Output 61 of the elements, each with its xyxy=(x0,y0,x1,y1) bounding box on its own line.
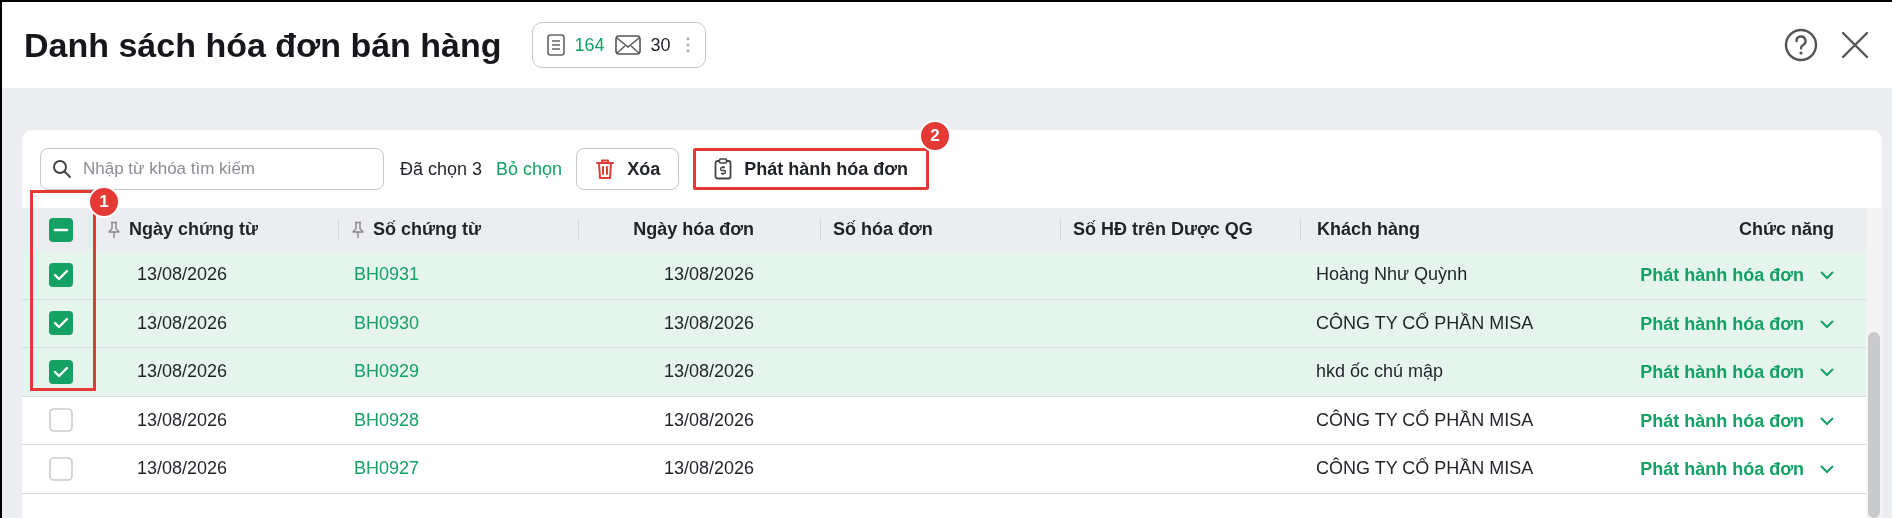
checkbox[interactable] xyxy=(48,217,73,242)
issue-invoice-link[interactable]: Phát hành hóa đơn xyxy=(1640,359,1804,387)
table-cell: 13/08/2026 xyxy=(137,312,228,333)
table-cell: CÔNG TY CỔ PHẦN MISA xyxy=(1316,409,1534,430)
delete-button[interactable]: Xóa xyxy=(576,148,680,190)
callout-badge: 2 xyxy=(918,120,951,152)
issue-invoice-link[interactable]: Phát hành hóa đơn xyxy=(1640,262,1804,290)
more-icon[interactable] xyxy=(684,36,691,54)
chevron-down-icon[interactable] xyxy=(1820,319,1834,329)
checkbox[interactable] xyxy=(48,456,73,481)
checkbox[interactable] xyxy=(48,262,73,287)
issue-invoice-link[interactable]: Phát hành hóa đơn xyxy=(1640,407,1804,435)
counter-value: 30 xyxy=(650,33,671,57)
document-number-link[interactable]: BH0929 xyxy=(354,361,420,382)
table-cell-text: 13/08/2026 xyxy=(663,360,754,384)
envelope-icon xyxy=(614,35,641,55)
table-cell: 13/08/2026 xyxy=(137,264,228,285)
table-cell-text: 13/08/2026 xyxy=(663,311,754,335)
counter-value: 164 xyxy=(574,33,605,57)
table-cell-text: 13/08/2026 xyxy=(663,263,754,287)
document-icon xyxy=(546,34,565,56)
search-icon xyxy=(52,159,72,179)
table-cell: CÔNG TY CỔ PHẦN MISA xyxy=(1316,312,1534,333)
chevron-down-icon[interactable] xyxy=(1820,271,1834,281)
document-number-link[interactable]: BH0930 xyxy=(354,312,420,333)
table-cell: hkd ốc chú mập xyxy=(1316,361,1444,381)
column-header: Số HĐ trên Dược QG xyxy=(1073,218,1253,241)
trash-icon xyxy=(595,158,616,180)
clipboard-icon xyxy=(714,158,733,180)
column-header: Số chứng từ xyxy=(373,218,482,241)
close-icon[interactable] xyxy=(1840,30,1870,60)
table-cell-text: 13/08/2026 xyxy=(663,457,754,481)
table-cell-text: 13/08/2026 xyxy=(663,408,754,432)
column-header: Ngày chứng từ xyxy=(129,218,259,241)
table-cell: 13/08/2026 xyxy=(137,361,228,382)
column-header: Số hóa đơn xyxy=(833,218,933,241)
document-number-link[interactable]: BH0931 xyxy=(354,264,420,285)
issue-invoice-button[interactable]: Phát hành hóa đơn xyxy=(693,148,929,190)
chevron-down-icon[interactable] xyxy=(1820,368,1834,378)
issue-invoice-link[interactable]: Phát hành hóa đơn xyxy=(1640,310,1804,338)
search-field[interactable]: Nhập từ khóa tìm kiếm xyxy=(40,148,384,190)
checkbox[interactable] xyxy=(48,359,73,384)
table-cell: Hoàng Như Quỳnh xyxy=(1316,264,1468,284)
deselect-link[interactable]: Bỏ chọn xyxy=(496,155,563,183)
table-cell: 13/08/2026 xyxy=(137,409,228,430)
checkbox[interactable] xyxy=(48,311,73,336)
column-header: Ngày hóa đơn xyxy=(633,218,754,241)
table-cell: CÔNG TY CỔ PHẦN MISA xyxy=(1316,458,1534,478)
checkbox[interactable] xyxy=(48,408,73,433)
column-header: Khách hàng xyxy=(1317,218,1420,241)
issue-invoice-link[interactable]: Phát hành hóa đơn xyxy=(1640,456,1804,484)
chevron-down-icon[interactable] xyxy=(1820,465,1834,475)
column-header: Chức năng xyxy=(1738,218,1834,241)
window-title: Danh sách hóa đơn bán hàng xyxy=(24,24,502,66)
document-number-link[interactable]: BH0928 xyxy=(354,409,420,430)
help-icon[interactable] xyxy=(1784,28,1818,62)
callout-badge: 1 xyxy=(88,186,120,218)
selected-count: Đã chọn 3 xyxy=(400,157,483,181)
table-cell: 13/08/2026 xyxy=(137,458,228,479)
chevron-down-icon[interactable] xyxy=(1820,416,1834,426)
document-number-link[interactable]: BH0927 xyxy=(354,458,420,479)
